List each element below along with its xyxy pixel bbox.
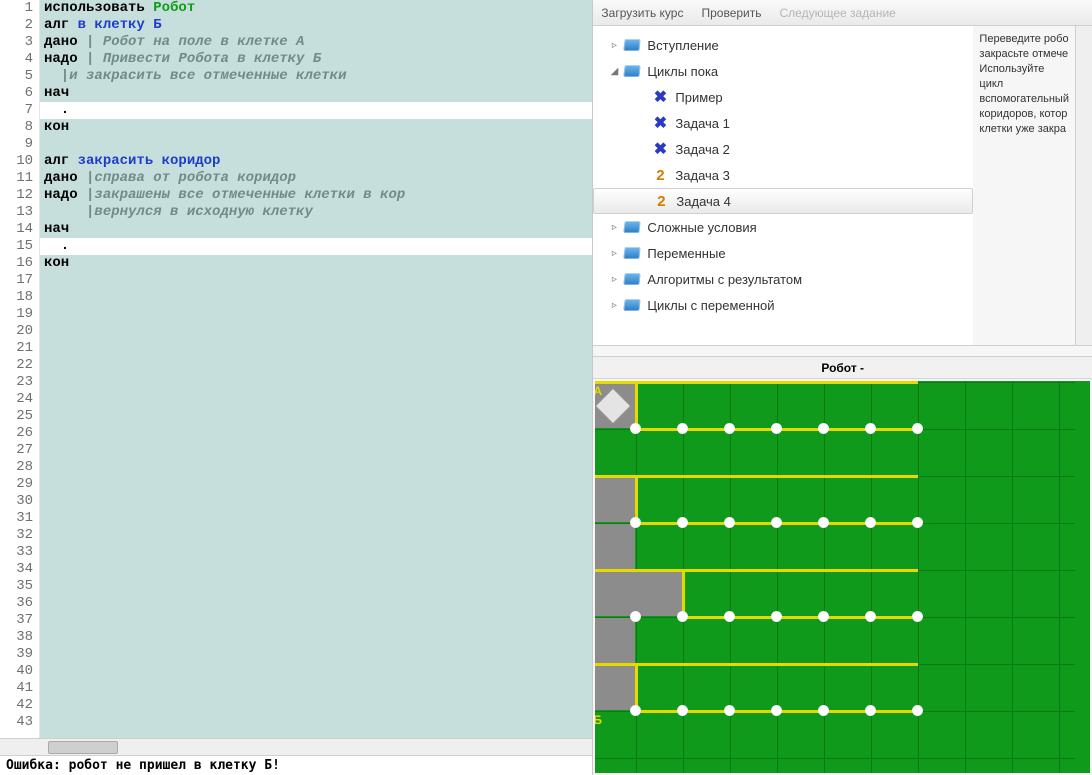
editor-horizontal-scrollbar[interactable]: [0, 738, 592, 755]
tree-item[interactable]: ▹Переменные: [593, 240, 973, 266]
folder-icon: [623, 218, 641, 236]
tree-item-label: Задача 2: [675, 142, 729, 157]
x-icon: ✖: [651, 88, 669, 106]
robot-title: Робот -: [593, 357, 1092, 379]
number-icon: 2: [652, 192, 670, 210]
tree-item-label: Вступление: [647, 38, 718, 53]
right-pane: Загрузить курс Проверить Следующее задан…: [593, 0, 1092, 775]
check-button[interactable]: Проверить: [701, 6, 761, 20]
error-bar: Ошибка: робот не пришел в клетку Б!: [0, 755, 592, 775]
tree-item[interactable]: ▹Циклы с переменной: [593, 292, 973, 318]
code-area[interactable]: использовать Роботалг в клетку Бдано | Р…: [40, 0, 592, 738]
course-toolbar: Загрузить курс Проверить Следующее задан…: [593, 0, 1092, 26]
tree-item-label: Циклы пока: [647, 64, 718, 79]
code-editor[interactable]: 1234567891011121314151617181920212223242…: [0, 0, 592, 738]
tree-item[interactable]: ▹Алгоритмы с результатом: [593, 266, 973, 292]
folder-icon: [623, 244, 641, 262]
tree-item-label: Задача 1: [675, 116, 729, 131]
tree-item-label: Пример: [675, 90, 722, 105]
tree-item[interactable]: ✖ Задача 1: [593, 110, 973, 136]
editor-pane: 1234567891011121314151617181920212223242…: [0, 0, 593, 775]
tree-item[interactable]: ▹Сложные условия: [593, 214, 973, 240]
tree-item-label: Сложные условия: [647, 220, 756, 235]
tree-item[interactable]: ✖ Пример: [593, 84, 973, 110]
next-task-button: Следующее задание: [780, 6, 896, 20]
tree-item[interactable]: 2 Задача 4: [593, 188, 973, 214]
course-middle: ▹Вступление◢Циклы пока ✖ Пример ✖ Задача 1 ✖ З…: [593, 26, 1092, 346]
tree-item-label: Переменные: [647, 246, 725, 261]
tree-vertical-scrollbar[interactable]: [1075, 26, 1092, 345]
folder-icon: [623, 270, 641, 288]
tree-item[interactable]: ▹Вступление: [593, 32, 973, 58]
robot-field[interactable]: АБ: [595, 381, 1090, 773]
tree-item-label: Циклы с переменной: [647, 298, 774, 313]
tree-item[interactable]: 2 Задача 3: [593, 162, 973, 188]
x-icon: ✖: [651, 114, 669, 132]
task-description: Переведите робозакрасьте отмечеИспользуй…: [973, 26, 1075, 345]
folder-icon: [623, 62, 641, 80]
task-tree[interactable]: ▹Вступление◢Циклы пока ✖ Пример ✖ Задача 1 ✖ З…: [593, 26, 973, 345]
folder-icon: [623, 296, 641, 314]
line-gutter: 1234567891011121314151617181920212223242…: [0, 0, 40, 738]
robot-pane: Робот - АБ: [593, 356, 1092, 775]
tree-item-label: Задача 4: [676, 194, 730, 209]
number-icon: 2: [651, 166, 669, 184]
load-course-button[interactable]: Загрузить курс: [601, 6, 683, 20]
scrollbar-thumb[interactable]: [48, 741, 118, 754]
tree-item[interactable]: ✖ Задача 2: [593, 136, 973, 162]
tree-item[interactable]: ◢Циклы пока: [593, 58, 973, 84]
tree-item-label: Алгоритмы с результатом: [647, 272, 802, 287]
x-icon: ✖: [651, 140, 669, 158]
folder-icon: [623, 36, 641, 54]
tree-item-label: Задача 3: [675, 168, 729, 183]
